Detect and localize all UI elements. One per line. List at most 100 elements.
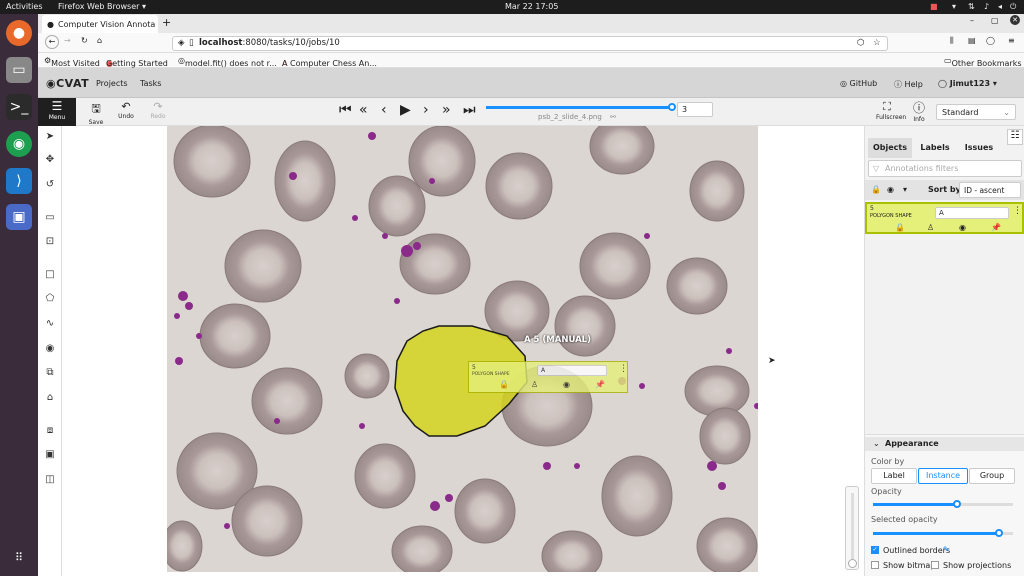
tab-labels[interactable]: Labels: [913, 138, 957, 158]
frame-number-input[interactable]: 3: [677, 102, 713, 117]
show-projections-checkbox[interactable]: [931, 561, 939, 569]
object-lock-icon[interactable]: 🔒: [895, 223, 905, 232]
bookmark-most-visited[interactable]: ⚙ Most Visited: [44, 56, 100, 68]
hide-all-icon[interactable]: ◉: [887, 185, 894, 194]
fit-image-icon[interactable]: ▭: [44, 212, 56, 224]
wifi-icon[interactable]: ▾: [952, 2, 956, 11]
undo-button[interactable]: ↶ Undo: [116, 100, 136, 120]
url-bar[interactable]: ◈ ▯ localhost:8080/tasks/10/jobs/10 ⬡ ☆: [172, 36, 888, 51]
cuboid-icon[interactable]: ⧉: [44, 367, 56, 379]
menu-button[interactable]: ☰ Menu: [38, 98, 76, 126]
cursor-icon[interactable]: ➤: [44, 131, 56, 143]
forward-step-icon[interactable]: »: [442, 102, 451, 118]
prev-frame-icon[interactable]: ‹: [381, 102, 387, 118]
zoom-slider[interactable]: [845, 486, 859, 570]
files-icon[interactable]: ▭: [6, 57, 32, 83]
object-label-select[interactable]: A: [935, 207, 1009, 219]
frame-slider-handle[interactable]: [668, 103, 676, 111]
link-icon[interactable]: ⚯: [610, 113, 616, 121]
popup-occluded-icon[interactable]: ♙: [531, 380, 538, 389]
opacity-slider[interactable]: [873, 500, 1013, 508]
back-step-icon[interactable]: «: [359, 102, 368, 118]
frame-slider[interactable]: [486, 103, 676, 111]
cvat-logo[interactable]: ◉CVAT: [46, 77, 89, 90]
pocket-icon[interactable]: ⬡: [857, 37, 864, 50]
last-frame-icon[interactable]: ⏭: [463, 102, 476, 118]
popup-label-select[interactable]: A: [537, 365, 607, 376]
network-icon[interactable]: ⇅: [968, 2, 975, 11]
redo-button[interactable]: ↷ Redo: [148, 100, 168, 120]
object-pin-icon[interactable]: 📌: [991, 223, 1001, 232]
shape-popup-card[interactable]: 5 POLYGON SHAPE A ⋮ 🔒 ♙ ◉ 📌: [468, 361, 628, 393]
notification-icon[interactable]: ■: [930, 2, 938, 11]
selected-opacity-slider[interactable]: [873, 529, 1013, 537]
opacity-slider-handle[interactable]: [953, 500, 961, 508]
workspace-select[interactable]: Standard ⌄: [936, 104, 1016, 120]
chrome-icon[interactable]: ◉: [6, 131, 32, 157]
color-picker-icon[interactable]: ✎: [943, 545, 950, 554]
object-occluded-icon[interactable]: ♙: [927, 223, 934, 232]
minimize-icon[interactable]: –: [970, 16, 974, 25]
show-apps-icon[interactable]: ⠿: [6, 544, 32, 570]
browser-tab[interactable]: ● Computer Vision Annota ✕: [42, 15, 158, 33]
home-icon[interactable]: ⌂: [97, 36, 102, 45]
rectangle-icon[interactable]: □: [44, 269, 56, 281]
nav-tasks[interactable]: Tasks: [140, 79, 161, 88]
polygon-icon[interactable]: ⬠: [44, 293, 56, 305]
annotation-filter-input[interactable]: ▽ Annotations filters: [868, 160, 1022, 177]
volume-icon[interactable]: ◂: [998, 2, 1002, 11]
app-icon[interactable]: ▣: [6, 204, 32, 230]
play-icon[interactable]: ▶: [400, 102, 411, 118]
object-item[interactable]: 5 POLYGON SHAPE A ⋮ 🔒 ♙ ◉ 📌: [865, 202, 1024, 234]
nav-projects[interactable]: Projects: [96, 79, 128, 88]
sidebar-toggle-icon[interactable]: ▤: [968, 36, 976, 45]
color-by-label-option[interactable]: Label: [871, 468, 917, 484]
library-icon[interactable]: ⫼: [950, 36, 954, 46]
shield-icon[interactable]: ◈: [178, 37, 185, 50]
object-more-icon[interactable]: ⋮: [1013, 206, 1022, 216]
mic-icon[interactable]: ♪: [984, 2, 989, 11]
system-clock[interactable]: Mar 22 17:05: [505, 2, 558, 11]
hamburger-menu-icon[interactable]: ≡: [1008, 36, 1015, 45]
first-frame-icon[interactable]: ⏮: [339, 102, 352, 118]
appearance-header[interactable]: ⌄ Appearance: [865, 437, 1024, 451]
popup-lock-icon[interactable]: 🔒: [499, 380, 509, 389]
tab-objects[interactable]: Objects: [868, 138, 912, 158]
color-by-instance-option[interactable]: Instance: [918, 468, 968, 484]
points-icon[interactable]: ◉: [44, 343, 56, 355]
back-icon[interactable]: ←: [45, 35, 59, 49]
zoom-region-icon[interactable]: ⊡: [44, 236, 56, 248]
github-link[interactable]: ◎ GitHub: [840, 79, 877, 88]
firefox-icon[interactable]: ●: [6, 20, 32, 46]
account-icon[interactable]: ◯: [986, 36, 995, 45]
forward-icon[interactable]: →: [64, 36, 71, 45]
expand-all-icon[interactable]: ▾: [903, 185, 907, 194]
show-bitmap-checkbox[interactable]: [871, 561, 879, 569]
microscope-image[interactable]: [167, 126, 758, 572]
help-link[interactable]: ⓘ Help: [894, 79, 923, 90]
split-icon[interactable]: ◫: [44, 474, 56, 486]
maximize-icon[interactable]: ▢: [991, 16, 999, 25]
color-by-group-option[interactable]: Group: [969, 468, 1015, 484]
reload-icon[interactable]: ↻: [81, 36, 88, 45]
polyline-icon[interactable]: ∿: [44, 318, 56, 330]
close-window-icon[interactable]: ✕: [1010, 15, 1020, 25]
activities-button[interactable]: Activities: [6, 2, 43, 11]
fullscreen-button[interactable]: ⛶ Fullscreen: [876, 100, 906, 121]
popup-more-icon[interactable]: ⋮: [619, 364, 628, 374]
user-menu[interactable]: ◯ Jimut123 ▾: [938, 79, 997, 88]
merge-icon[interactable]: ⧈: [44, 425, 56, 437]
rotate-icon[interactable]: ↺: [44, 179, 56, 191]
app-menu[interactable]: Firefox Web Browser ▾: [58, 2, 146, 11]
save-button[interactable]: 🖫 Save: [86, 100, 106, 126]
popup-visibility-icon[interactable]: ◉: [563, 380, 570, 389]
power-icon[interactable]: ⏻: [1010, 2, 1016, 12]
outlined-borders-checkbox[interactable]: ✓: [871, 546, 879, 554]
canvas-area[interactable]: A 5 (MANUAL) 5 POLYGON SHAPE A ⋮ 🔒 ♙ ◉ 📌…: [62, 126, 864, 576]
popup-pin-icon[interactable]: 📌: [595, 380, 605, 389]
collapse-sidebar-icon[interactable]: ☷: [1007, 129, 1023, 145]
selected-opacity-slider-handle[interactable]: [995, 529, 1003, 537]
group-icon[interactable]: ▣: [44, 449, 56, 461]
terminal-icon[interactable]: >_: [6, 94, 32, 120]
move-icon[interactable]: ✥: [44, 154, 56, 166]
